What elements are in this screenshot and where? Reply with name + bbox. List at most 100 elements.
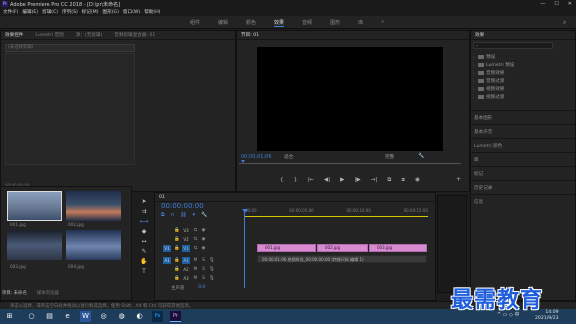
section-essential-graphics[interactable]: 基本图形: [471, 110, 576, 124]
wechat-icon[interactable]: ◍: [116, 311, 127, 322]
lock-icon[interactable]: 🔒: [174, 228, 180, 233]
app-icon[interactable]: ◎: [98, 311, 109, 322]
eye-icon[interactable]: ◉: [201, 228, 206, 233]
workspace-tab-audio[interactable]: 音频: [302, 19, 312, 26]
media-thumbnail[interactable]: [7, 230, 62, 260]
workspace-tab-effects[interactable]: 效果: [274, 19, 285, 27]
playback-quality-select[interactable]: 完整: [385, 154, 394, 160]
section-markers[interactable]: 标记: [471, 166, 576, 180]
microphone-icon[interactable]: 🎙: [209, 258, 215, 263]
track-select-tool-icon[interactable]: ⇉: [139, 208, 149, 218]
premiere-taskbar-icon[interactable]: Pr: [170, 311, 181, 322]
master-volume-value[interactable]: 0.0: [198, 285, 205, 291]
word-icon[interactable]: W: [80, 311, 91, 322]
pen-tool-icon[interactable]: ✎: [139, 248, 149, 258]
minimize-icon[interactable]: —: [540, 1, 545, 7]
mute-icon[interactable]: M: [193, 258, 198, 263]
media-thumbnail[interactable]: [66, 230, 121, 260]
source-patch[interactable]: [163, 227, 171, 234]
track-name[interactable]: V1: [182, 245, 190, 252]
menu-window[interactable]: 窗口(W): [123, 9, 140, 15]
tab-source[interactable]: 源：(无剪辑): [76, 32, 103, 38]
browser-icon[interactable]: e: [62, 311, 73, 322]
timeline-timecode[interactable]: 00:00:00:00: [161, 202, 204, 210]
mark-out-button[interactable]: }: [294, 177, 298, 184]
tab-lumetri-scopes[interactable]: Lumetri 范围: [35, 32, 63, 38]
eye-icon[interactable]: ◉: [201, 237, 206, 242]
microphone-icon[interactable]: 🎙: [209, 267, 215, 272]
track-name[interactable]: A1: [182, 257, 190, 264]
source-patch[interactable]: [163, 266, 171, 273]
workspace-tab-libraries[interactable]: 库: [358, 19, 363, 26]
step-forward-button[interactable]: |▶: [355, 177, 361, 184]
sync-icon[interactable]: ⇆: [193, 246, 198, 251]
menu-file[interactable]: 文件(F): [3, 9, 18, 15]
step-back-button[interactable]: ◀|: [324, 177, 330, 184]
section-info[interactable]: 信息: [471, 194, 576, 208]
zoom-fit-select[interactable]: 适合: [284, 154, 293, 160]
workspace-tab-color[interactable]: 颜色: [246, 19, 256, 26]
work-area-bar[interactable]: [245, 216, 428, 217]
audio-clip[interactable]: 00:00:01:06 热销时尚_00:00:00:00 (特效尺码 编辑 1): [257, 255, 427, 263]
photoshop-icon[interactable]: Ps: [152, 311, 163, 322]
ripple-edit-tool-icon[interactable]: ⟷: [139, 218, 149, 228]
menu-sequence[interactable]: 序列(S): [62, 9, 78, 15]
start-icon[interactable]: ⊞: [4, 311, 15, 322]
razor-tool-icon[interactable]: ◆: [139, 228, 149, 238]
wrench-icon[interactable]: 🔧: [418, 153, 424, 159]
eye-icon[interactable]: ◉: [201, 246, 206, 251]
menu-clip[interactable]: 剪辑(C): [42, 9, 58, 15]
video-clip[interactable]: 003.jpg: [369, 244, 427, 252]
search-taskbar-icon[interactable]: ○: [26, 311, 37, 322]
lift-button[interactable]: ⧉: [387, 177, 391, 184]
extract-button[interactable]: ⧈: [401, 177, 405, 184]
effects-item[interactable]: › 视频过渡: [473, 93, 514, 101]
effects-item[interactable]: › 视频效果: [473, 85, 514, 93]
workspace-tab-editing[interactable]: 编辑: [218, 19, 228, 26]
track-name[interactable]: A2: [182, 266, 190, 273]
lock-icon[interactable]: 🔒: [174, 246, 180, 251]
play-button[interactable]: ▶: [340, 177, 344, 184]
solo-icon[interactable]: S: [201, 258, 206, 263]
mute-icon[interactable]: M: [193, 267, 198, 272]
task-view-icon[interactable]: ▤: [44, 311, 55, 322]
source-patch[interactable]: A1: [163, 257, 171, 264]
media-thumbnail[interactable]: [66, 191, 121, 221]
add-button-icon[interactable]: +: [456, 176, 461, 183]
mute-icon[interactable]: M: [193, 276, 198, 281]
lock-icon[interactable]: 🔒: [174, 237, 180, 242]
video-clip[interactable]: 002.jpg: [317, 244, 368, 252]
effects-panel-title[interactable]: 效果: [475, 32, 484, 38]
search-icon[interactable]: ⌕: [563, 19, 566, 27]
selection-tool-icon[interactable]: ➤: [139, 198, 149, 208]
export-frame-button[interactable]: ◉: [415, 177, 420, 184]
track-name[interactable]: V2: [182, 236, 190, 243]
wrench-icon[interactable]: 🔧: [201, 212, 207, 218]
source-patch[interactable]: V1: [163, 245, 171, 252]
track-name[interactable]: A3: [182, 275, 190, 282]
track-name[interactable]: V3: [182, 227, 190, 234]
tab-audio-clip-mixer[interactable]: 音频剪辑混合器: 01: [114, 32, 155, 38]
tab-project[interactable]: 项目: 未命名: [2, 290, 27, 296]
effects-search-input[interactable]: ⌕: [473, 42, 553, 49]
timeline-tab[interactable]: 01: [159, 195, 165, 200]
menu-help[interactable]: 帮助(H): [144, 9, 160, 15]
maximize-icon[interactable]: ☐: [554, 1, 558, 7]
source-patch[interactable]: [163, 275, 171, 282]
solo-icon[interactable]: S: [201, 276, 206, 281]
close-icon[interactable]: ✕: [568, 1, 572, 7]
app-icon[interactable]: ◐: [134, 311, 145, 322]
type-tool-icon[interactable]: T: [139, 268, 149, 278]
effects-item[interactable]: › Lumetri 预设: [473, 61, 514, 69]
effects-item[interactable]: › 音频效果: [473, 69, 514, 77]
go-to-in-button[interactable]: |←: [307, 177, 314, 184]
program-monitor-title[interactable]: 节目: 01: [241, 32, 259, 38]
snap-icon[interactable]: ∩: [171, 212, 175, 218]
section-essential-sound[interactable]: 基本声音: [471, 124, 576, 138]
mark-in-button[interactable]: {: [280, 177, 284, 184]
source-patch[interactable]: [163, 236, 171, 243]
microphone-icon[interactable]: 🎙: [209, 276, 215, 281]
menu-edit[interactable]: 编辑(E): [22, 9, 38, 15]
nest-icon[interactable]: ⧉: [161, 212, 165, 218]
program-playhead[interactable]: [241, 160, 245, 163]
